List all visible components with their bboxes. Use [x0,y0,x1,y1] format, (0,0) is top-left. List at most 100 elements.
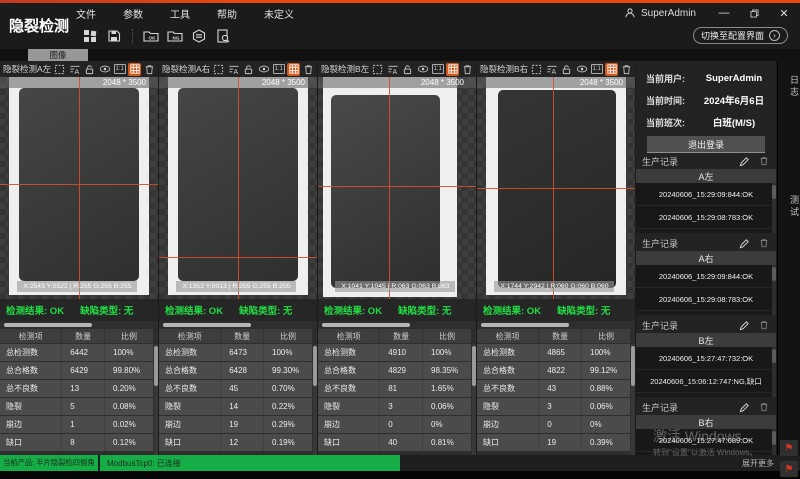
edit-icon[interactable] [738,319,750,331]
scrollbar-thumb[interactable] [772,267,776,281]
stack-icon[interactable] [187,27,211,45]
region-select-icon[interactable] [371,63,384,76]
scrollbar-thumb[interactable] [631,346,635,386]
scrollbar-thumb[interactable] [313,346,317,386]
trash-icon[interactable] [620,63,633,76]
trash-icon[interactable] [143,63,156,76]
lock-icon[interactable] [560,63,573,76]
image-viewport[interactable]: 2048 * 3500 X:2543 Y:0522 | R:255 G:255 … [0,77,158,299]
menu-tools[interactable]: 工具 [170,6,190,21]
trash-icon[interactable] [758,155,770,167]
scrollbar-thumb[interactable] [322,323,410,327]
trash-icon[interactable] [758,401,770,413]
annotate-icon[interactable]: A [545,63,558,76]
folder-ok-icon[interactable]: OK [139,27,163,45]
save-icon[interactable] [102,27,126,45]
record-row[interactable]: 20240606_15:06:12:747:NG,缺口 [636,370,776,393]
scrollbar-thumb[interactable] [163,323,251,327]
folder-ng-icon[interactable]: NG [163,27,187,45]
scrollbar-thumb[interactable] [154,346,158,386]
minimize-button[interactable]: — [712,5,736,21]
menu-undefined[interactable]: 未定义 [264,6,294,21]
grid-icon[interactable] [287,63,300,76]
annotate-icon[interactable]: A [386,63,399,76]
one-to-one-icon[interactable]: 1:1 [590,63,603,76]
one-to-one-label: 1:1 [273,64,285,74]
vertical-scrollbar[interactable] [772,347,776,397]
flag-icon[interactable]: ⚑ [780,440,798,456]
table-cell: 43 [538,380,581,397]
eye-icon[interactable] [416,63,429,76]
record-row[interactable]: 20240606_15:29:08:783:OK [636,288,776,311]
horizontal-scrollbar[interactable] [159,321,317,329]
lock-icon[interactable] [242,63,255,76]
expand-more-button[interactable]: 展开更多 [742,458,774,469]
grid-icon[interactable] [446,63,459,76]
vertical-scrollbar[interactable] [631,344,635,455]
vertical-scrollbar[interactable] [772,429,776,455]
vertical-scrollbar[interactable] [313,344,317,455]
resolution-label: 2048 * 3500 [318,77,476,88]
tab-log[interactable]: 日志 [778,75,800,99]
vertical-scrollbar[interactable] [772,183,776,233]
trash-icon[interactable] [461,63,474,76]
image-viewport[interactable]: 2048 * 3500 X:1041 Y:1045 | R:063 G:063 … [318,77,476,299]
table-cell: 6428 [220,362,263,379]
one-to-one-icon[interactable]: 1:1 [431,63,444,76]
horizontal-scrollbar[interactable] [0,321,158,329]
edit-icon[interactable] [738,401,750,413]
edit-icon[interactable] [738,155,750,167]
record-row[interactable]: 20240606_15:27:47:689:OK [636,429,776,452]
logout-button[interactable]: 退出登录 [647,136,765,152]
horizontal-scrollbar[interactable] [318,321,476,329]
grid-icon[interactable] [605,63,618,76]
image-viewport[interactable]: 2048 * 3500 X:1353 Y:0013 | R:255 G:255 … [159,77,317,299]
lock-icon[interactable] [83,63,96,76]
trash-icon[interactable] [758,237,770,249]
scrollbar-thumb[interactable] [472,346,476,386]
switch-to-config-button[interactable]: 切换至配置界面 › [693,27,788,44]
vertical-scrollbar[interactable] [472,344,476,455]
region-select-icon[interactable] [212,63,225,76]
table-cell: 100% [263,344,312,361]
annotate-icon[interactable]: A [68,63,81,76]
scrollbar-thumb[interactable] [772,185,776,199]
trash-icon[interactable] [302,63,315,76]
scrollbar-thumb[interactable] [4,323,92,327]
tiles-icon[interactable] [78,27,102,45]
tab-image[interactable]: 图像 [28,49,88,61]
trash-icon[interactable] [758,319,770,331]
result-bar: 检测结果: OK 缺陷类型: 无 [0,299,158,321]
region-select-icon[interactable] [530,63,543,76]
lock-icon[interactable] [401,63,414,76]
user-menu[interactable]: SuperAdmin [624,7,696,19]
menu-help[interactable]: 帮助 [217,6,237,21]
eye-icon[interactable] [575,63,588,76]
record-row[interactable]: 20240606_15:29:08:783:OK [636,206,776,229]
region-select-icon[interactable] [53,63,66,76]
edit-icon[interactable] [738,237,750,249]
close-button[interactable]: ✕ [772,5,796,21]
record-row[interactable]: 20240606_15:29:09:844:OK [636,265,776,288]
menu-file[interactable]: 文件 [76,6,96,21]
one-to-one-icon[interactable]: 1:1 [272,63,285,76]
menu-params[interactable]: 参数 [123,6,143,21]
tab-test[interactable]: 测试 [778,195,800,219]
image-viewport[interactable]: 2048 * 3500 X:1744 Y:2942 | R:060 G:060 … [477,77,635,299]
scrollbar-thumb[interactable] [481,323,569,327]
record-row[interactable]: 20240606_15:27:47:732:OK [636,347,776,370]
annotate-icon[interactable]: A [227,63,240,76]
vertical-scrollbar[interactable] [772,265,776,315]
scrollbar-thumb[interactable] [772,431,776,445]
vertical-scrollbar[interactable] [154,344,158,455]
grid-icon[interactable] [128,63,141,76]
search-doc-icon[interactable] [211,27,235,45]
restore-button[interactable] [742,5,766,21]
record-row[interactable]: 20240606_15:29:09:844:OK [636,183,776,206]
one-to-one-icon[interactable]: 1:1 [113,63,126,76]
horizontal-scrollbar[interactable] [477,321,635,329]
scrollbar-thumb[interactable] [772,349,776,363]
eye-icon[interactable] [98,63,111,76]
flag-icon[interactable]: ⚑ [780,461,798,477]
eye-icon[interactable] [257,63,270,76]
